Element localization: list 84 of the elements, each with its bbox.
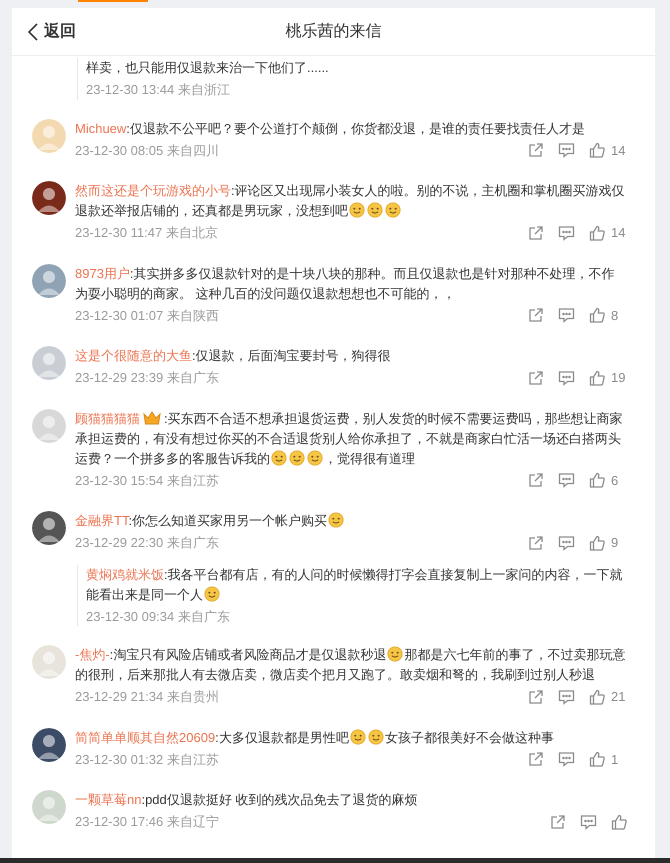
comment-icon[interactable] — [558, 370, 575, 386]
comment-text: 顾猫猫猫猫 :买东西不合适不想承担退货运费，别人发货的时候不需要运费吗，那些想让商家承担运费的，有没有想过你买的不合适退货别人给你承担了，不就是商家白忙活一场还白搭两头运费？一个拼多多的客服告诉我的 ，觉得很有道理 — [75, 410, 624, 468]
emoji-icon — [350, 728, 366, 744]
like-count: 21 — [611, 688, 626, 706]
back-button[interactable]: 返回 — [28, 20, 76, 44]
user-name[interactable]: 黄焖鸡就米饭 — [86, 566, 164, 582]
emoji-icon — [307, 450, 323, 466]
avatar[interactable] — [32, 728, 66, 762]
timestamp: 23-12-30 15:54 来自江苏 — [75, 472, 219, 490]
emoji-icon — [368, 728, 384, 744]
emoji-icon — [328, 512, 344, 528]
user-name[interactable]: 金融界TT — [75, 513, 128, 528]
like-count: 14 — [611, 224, 626, 242]
user-name[interactable]: 简简单单顺其自然20609 — [75, 730, 216, 744]
emoji-icon — [204, 586, 220, 602]
comment-text: 一颗草莓nn:pdd仅退款挺好 收到的残次品免去了退货的麻烦 — [75, 791, 418, 809]
emoji-icon — [271, 450, 287, 466]
emoji-icon — [387, 646, 404, 662]
timestamp: 23-12-30 01:07 来自陕西 — [75, 306, 219, 324]
timestamp: 23-12-29 22:30 来自广东 — [75, 534, 219, 552]
comment-icon[interactable] — [558, 142, 575, 158]
user-name[interactable]: 然而这还是个玩游戏的小号 — [75, 183, 231, 198]
comment-icon[interactable] — [558, 224, 575, 241]
user-name[interactable]: 顾猫猫猫猫 — [75, 410, 140, 426]
comment-text: 8973用户:其实拼多多仅退款针对的是十块八块的那种。而且仅退款也是针对那种不处理，不作为耍小聪明的商家。 这种几百的没问题仅退款想想也不可能的，， — [75, 264, 616, 302]
share-icon[interactable] — [528, 307, 544, 324]
timestamp: 23-12-30 09:34 来自广东 — [86, 608, 231, 626]
like-icon[interactable] — [589, 142, 605, 158]
emoji-icon — [349, 202, 365, 218]
chevron-left-icon — [28, 22, 38, 40]
share-icon[interactable] — [528, 688, 544, 705]
like-icon[interactable] — [589, 534, 605, 551]
timestamp: 23-12-30 13:44 来自浙江 — [86, 81, 231, 99]
comment-text: 简简单单顺其自然20609:大多仅退款都是男性吧 女孩子都很美好不会做这种事 — [75, 728, 555, 746]
comment-text: 样卖，也只能用仅退款来治一下他们了...... — [86, 59, 330, 77]
share-icon[interactable] — [528, 534, 544, 551]
emoji-icon — [289, 450, 305, 466]
comment-icon[interactable] — [580, 814, 597, 830]
share-icon[interactable] — [528, 142, 544, 158]
share-icon[interactable] — [528, 224, 544, 241]
emoji-icon — [367, 202, 383, 218]
user-name[interactable]: 这是个很随意的大鱼 — [75, 348, 192, 363]
share-icon[interactable] — [528, 751, 544, 768]
comment-text: 然而这还是个玩游戏的小号:评论区又出现屌小装女人的啦。别的不说，主机圈和掌机圈买游戏仅退款还举报店铺的，还真都是男玩家，没想到吧 — [75, 182, 626, 220]
like-icon[interactable] — [589, 688, 605, 705]
share-icon[interactable] — [528, 472, 544, 488]
like-icon[interactable] — [589, 307, 605, 324]
like-icon[interactable] — [589, 370, 605, 386]
comment-icon[interactable] — [558, 751, 575, 768]
user-name[interactable]: -焦灼- — [75, 647, 110, 662]
like-icon[interactable] — [589, 751, 605, 768]
timestamp: 23-12-30 11:47 来自北京 — [75, 224, 218, 242]
avatar[interactable] — [32, 181, 66, 215]
like-icon[interactable] — [611, 814, 627, 830]
timestamp: 23-12-30 17:46 来自辽宁 — [75, 813, 219, 831]
comment-text: Michuew:仅退款不公平吧？要个公道打个颠倒，你货都没退，是谁的责任要找责任人才是 — [75, 120, 586, 138]
like-count: 6 — [611, 472, 620, 490]
like-count: 14 — [611, 142, 626, 160]
emoji-icon — [385, 202, 401, 218]
comment-text: -焦灼-:淘宝只有风险店铺或者风险商品才是仅退款秒退 那都是六七年前的事了，不过卖那玩意的很刑，后来那批人有去微店卖，微店卖个把月又跑了。敢卖烟和弩的，我刷到过别人秒退 — [75, 645, 626, 684]
timestamp: 23-12-30 01:32 来自江苏 — [75, 750, 219, 768]
like-icon[interactable] — [589, 224, 605, 241]
timestamp: 23-12-29 23:39 来自广东 — [75, 369, 219, 387]
comment-icon[interactable] — [558, 534, 575, 551]
page-title: 桃乐茜的来信 — [286, 22, 382, 42]
user-name[interactable]: 一颗草莓nn — [75, 792, 142, 807]
share-icon[interactable] — [550, 814, 566, 830]
like-icon[interactable] — [589, 472, 605, 488]
like-count: 19 — [611, 369, 626, 387]
avatar[interactable] — [32, 511, 66, 545]
like-count: 1 — [611, 750, 620, 768]
like-count: 9 — [611, 534, 620, 552]
comment-icon[interactable] — [558, 472, 575, 488]
comment-text: 金融界TT:你怎么知道买家用另一个帐户购买 — [75, 511, 627, 531]
user-name[interactable]: Michuew — [75, 120, 126, 136]
timestamp: 23-12-30 08:05 来自四川 — [75, 142, 219, 160]
like-count: 8 — [611, 306, 620, 324]
comment-icon[interactable] — [558, 688, 575, 705]
comment-text: 这是个很随意的大鱼:仅退款，后面淘宝要封号，狗得很 — [75, 347, 392, 365]
comment-icon[interactable] — [558, 307, 575, 324]
share-icon[interactable] — [528, 370, 544, 386]
user-name[interactable]: 8973用户 — [75, 266, 130, 280]
timestamp: 23-12-29 21:34 来自贵州 — [75, 688, 219, 706]
comment-text: 黄焖鸡就米饭:我各平台都有店，有的人问的时候懒得打字会直接复制上一家问的内容，一下就能看出来是同一个人 — [86, 566, 624, 604]
